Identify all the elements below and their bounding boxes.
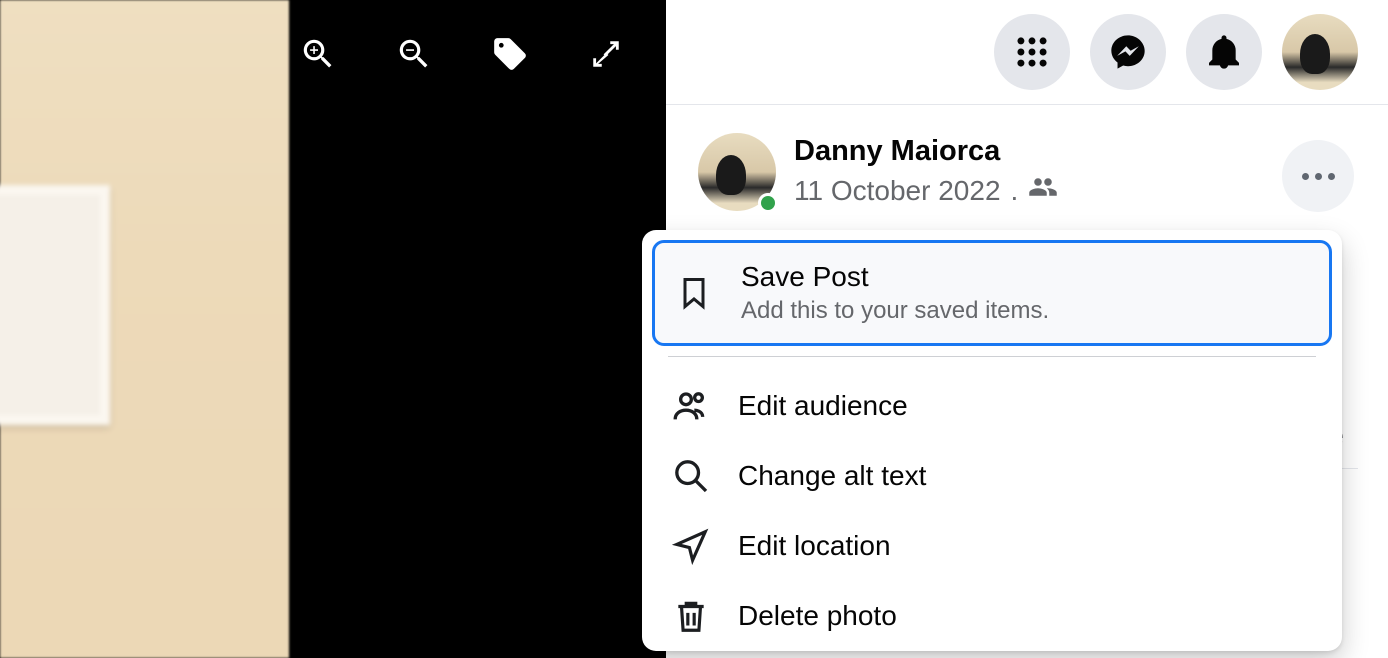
- menu-delete-title: Delete photo: [738, 600, 897, 632]
- online-indicator-icon: [758, 193, 778, 213]
- top-header: [666, 0, 1388, 105]
- post-options-menu: Save Post Add this to your saved items. …: [642, 230, 1342, 651]
- post-date-row: 11 October 2022 .: [794, 172, 1058, 209]
- menu-delete-photo[interactable]: Delete photo: [652, 581, 1332, 651]
- menu-change-alt-text[interactable]: Change alt text: [652, 441, 1332, 511]
- menu-alt-title: Change alt text: [738, 460, 926, 492]
- post-meta: Danny Maiorca 11 October 2022 .: [794, 135, 1058, 209]
- post-date[interactable]: 11 October 2022: [794, 175, 1001, 207]
- photo-content: [0, 0, 289, 658]
- separator: .: [1011, 175, 1019, 207]
- menu-edit-location[interactable]: Edit location: [652, 511, 1332, 581]
- menu-save-post[interactable]: Save Post Add this to your saved items.: [652, 240, 1332, 346]
- photo-toolbar: [298, 34, 626, 74]
- menu-location-title: Edit location: [738, 530, 891, 562]
- post-header: Danny Maiorca 11 October 2022 .: [666, 105, 1388, 211]
- menu-edit-audience[interactable]: Edit audience: [652, 371, 1332, 441]
- audience-people-icon: [670, 385, 712, 427]
- location-arrow-icon: [670, 525, 712, 567]
- ellipsis-icon: [1302, 173, 1335, 180]
- post-avatar-wrap[interactable]: [698, 133, 776, 211]
- menu-button[interactable]: [994, 14, 1070, 90]
- trash-icon: [670, 595, 712, 637]
- post-more-button[interactable]: [1282, 140, 1354, 212]
- search-icon: [670, 455, 712, 497]
- account-avatar[interactable]: [1282, 14, 1358, 90]
- menu-save-title: Save Post: [741, 261, 1049, 293]
- menu-audience-title: Edit audience: [738, 390, 908, 422]
- zoom-in-icon[interactable]: [298, 34, 338, 74]
- messenger-button[interactable]: [1090, 14, 1166, 90]
- bookmark-icon: [673, 272, 715, 314]
- notifications-button[interactable]: [1186, 14, 1262, 90]
- menu-divider: [668, 356, 1316, 357]
- post-author[interactable]: Danny Maiorca: [794, 135, 1058, 168]
- friends-audience-icon[interactable]: [1028, 172, 1058, 209]
- tag-icon[interactable]: [490, 34, 530, 74]
- photo-viewer: [0, 0, 666, 658]
- zoom-out-icon[interactable]: [394, 34, 434, 74]
- fullscreen-icon[interactable]: [586, 34, 626, 74]
- menu-save-subtitle: Add this to your saved items.: [741, 297, 1049, 325]
